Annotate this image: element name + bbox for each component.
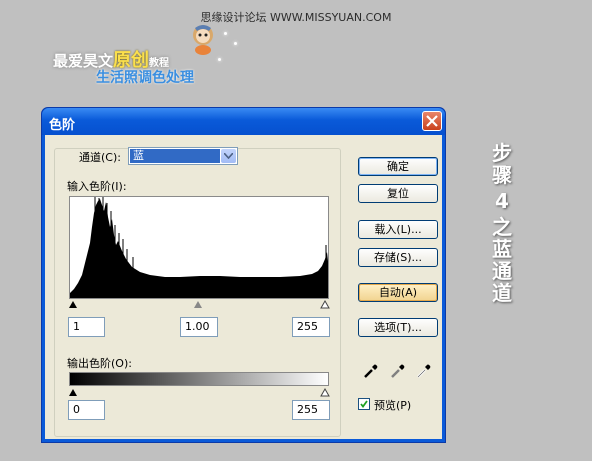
output-levels-label: 输出色阶(O): bbox=[67, 357, 132, 370]
auto-button[interactable]: 自动(A) bbox=[358, 283, 438, 302]
step-title-char: 骤 bbox=[492, 163, 512, 187]
sparkle bbox=[234, 42, 237, 45]
input-black-field[interactable]: 1 bbox=[68, 317, 105, 337]
load-button[interactable]: 载入(L)... bbox=[358, 220, 438, 239]
step-title-char: 蓝 bbox=[492, 237, 512, 261]
input-levels-label: 输入色阶(I): bbox=[67, 180, 127, 193]
step-title: 步 骤 4 之 蓝 通 道 bbox=[488, 142, 516, 304]
sparkle bbox=[218, 58, 221, 61]
step-title-char: 道 bbox=[492, 281, 512, 305]
checkmark-icon bbox=[360, 400, 368, 408]
white-eyedropper-icon[interactable] bbox=[416, 363, 432, 379]
output-black-point-handle[interactable] bbox=[69, 389, 77, 396]
channel-label: 通道(C): bbox=[77, 149, 123, 165]
dialog-titlebar[interactable]: 色阶 bbox=[42, 108, 445, 135]
step-title-char: 4 bbox=[495, 189, 509, 213]
input-gamma-handle[interactable] bbox=[194, 301, 202, 308]
input-gamma-field[interactable]: 1.00 bbox=[180, 317, 218, 337]
save-button[interactable]: 存储(S)... bbox=[358, 248, 438, 267]
channel-select-value: 蓝 bbox=[130, 149, 220, 163]
histogram-graph bbox=[70, 197, 328, 298]
dialog-client: 通道(C): 蓝 输入色阶(I): 1 1.00 255 输出色阶(O): 0 … bbox=[45, 135, 442, 439]
step-title-char: 步 bbox=[492, 141, 512, 165]
input-white-point-handle[interactable] bbox=[320, 300, 330, 309]
input-white-field[interactable]: 255 bbox=[292, 317, 330, 337]
input-levels-slider[interactable] bbox=[69, 299, 330, 309]
gray-eyedropper-icon[interactable] bbox=[390, 363, 406, 379]
close-button[interactable] bbox=[422, 111, 442, 131]
ok-button[interactable]: 确定 bbox=[358, 157, 438, 176]
dialog-title: 色阶 bbox=[49, 118, 76, 133]
logo-subtitle: 生活照调色处理 bbox=[96, 70, 194, 86]
channel-select[interactable]: 蓝 bbox=[128, 147, 238, 165]
reset-button[interactable]: 复位 bbox=[358, 184, 438, 203]
input-black-point-handle[interactable] bbox=[69, 301, 77, 308]
levels-dialog: 色阶 通道(C): 蓝 输入色阶(I): 1 1.00 255 输出色阶(O):… bbox=[41, 107, 446, 443]
preview-label[interactable]: 预览(P) bbox=[374, 397, 411, 413]
output-black-field[interactable]: 0 bbox=[68, 400, 105, 420]
mascot-icon bbox=[193, 25, 213, 55]
output-white-point-handle[interactable] bbox=[320, 388, 330, 397]
output-levels-slider[interactable] bbox=[69, 387, 330, 397]
output-white-field[interactable]: 255 bbox=[292, 400, 330, 420]
black-eyedropper-icon[interactable] bbox=[363, 363, 379, 379]
step-title-char: 通 bbox=[492, 259, 512, 283]
sparkle bbox=[224, 32, 227, 35]
tutorial-logo: 最爱昊文原创教程 生活照调色处理 bbox=[48, 18, 288, 90]
close-icon bbox=[426, 115, 438, 127]
step-title-char: 之 bbox=[492, 215, 512, 239]
output-gradient bbox=[69, 372, 329, 386]
dropdown-arrow-icon[interactable] bbox=[221, 149, 236, 163]
options-button[interactable]: 选项(T)... bbox=[358, 318, 438, 337]
preview-checkbox[interactable] bbox=[358, 398, 370, 410]
histogram bbox=[69, 196, 329, 299]
